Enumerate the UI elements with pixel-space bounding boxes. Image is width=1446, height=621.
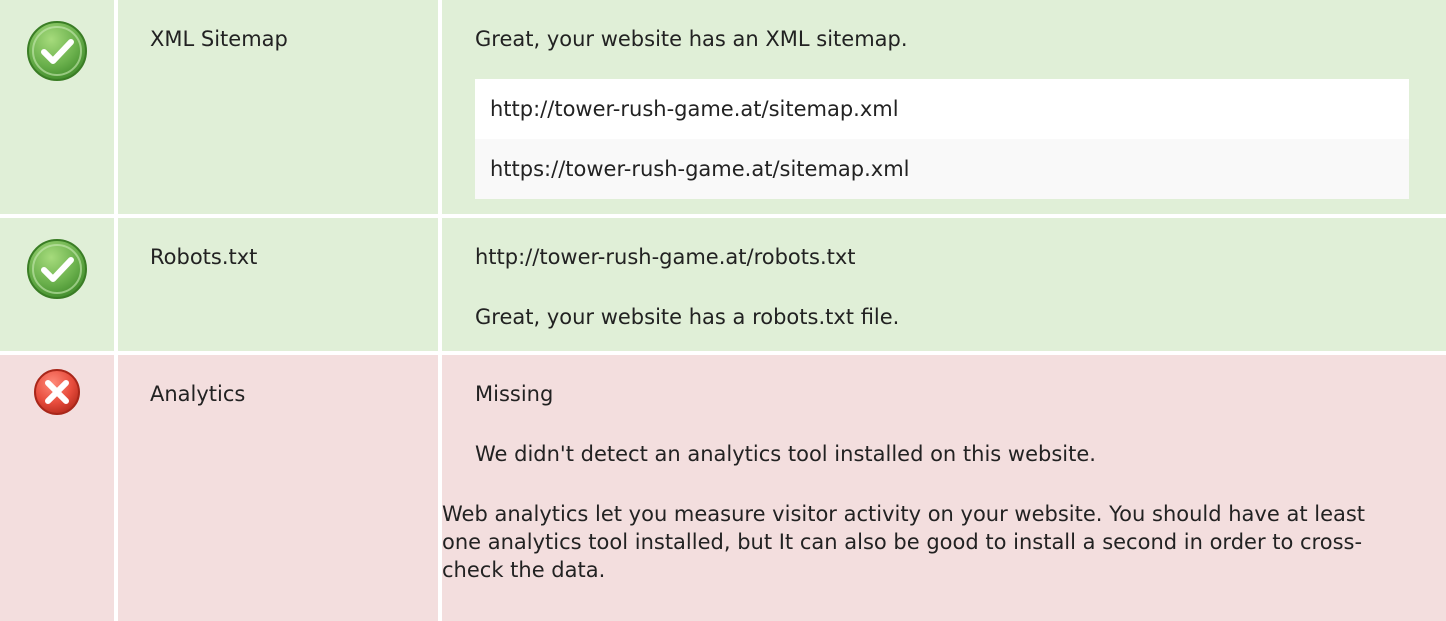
status-cell	[0, 218, 114, 351]
robots-url: http://tower-rush-game.at/robots.txt	[475, 245, 856, 269]
check-message: Great, your website has a robots.txt fil…	[475, 305, 900, 329]
checkmark-icon	[27, 21, 87, 81]
seo-results-table: XML Sitemap Great, your website has an X…	[0, 0, 1446, 621]
sitemap-url: http://tower-rush-game.at/sitemap.xml	[475, 79, 1409, 139]
check-name: Analytics	[118, 355, 438, 621]
check-details: Great, your website has an XML sitemap. …	[442, 0, 1446, 214]
check-name: Robots.txt	[118, 218, 438, 351]
sitemap-url-list: http://tower-rush-game.at/sitemap.xml ht…	[475, 79, 1409, 199]
check-details: http://tower-rush-game.at/robots.txt Gre…	[442, 218, 1446, 351]
result-row-xml-sitemap: XML Sitemap Great, your website has an X…	[0, 0, 1446, 214]
error-icon	[34, 369, 80, 415]
result-row-robots-txt: Robots.txt http://tower-rush-game.at/rob…	[0, 218, 1446, 351]
status-cell	[0, 355, 114, 621]
checkmark-icon	[27, 239, 87, 299]
check-message: We didn't detect an analytics tool insta…	[475, 442, 1096, 466]
check-message: Great, your website has an XML sitemap.	[475, 27, 908, 51]
analytics-status: Missing	[475, 382, 554, 406]
analytics-description: Web analytics let you measure visitor ac…	[442, 502, 1366, 582]
sitemap-url: https://tower-rush-game.at/sitemap.xml	[475, 139, 1409, 199]
result-row-analytics: Analytics Missing We didn't detect an an…	[0, 355, 1446, 621]
check-details: Missing We didn't detect an analytics to…	[442, 355, 1446, 621]
check-name: XML Sitemap	[118, 0, 438, 214]
status-cell	[0, 0, 114, 214]
